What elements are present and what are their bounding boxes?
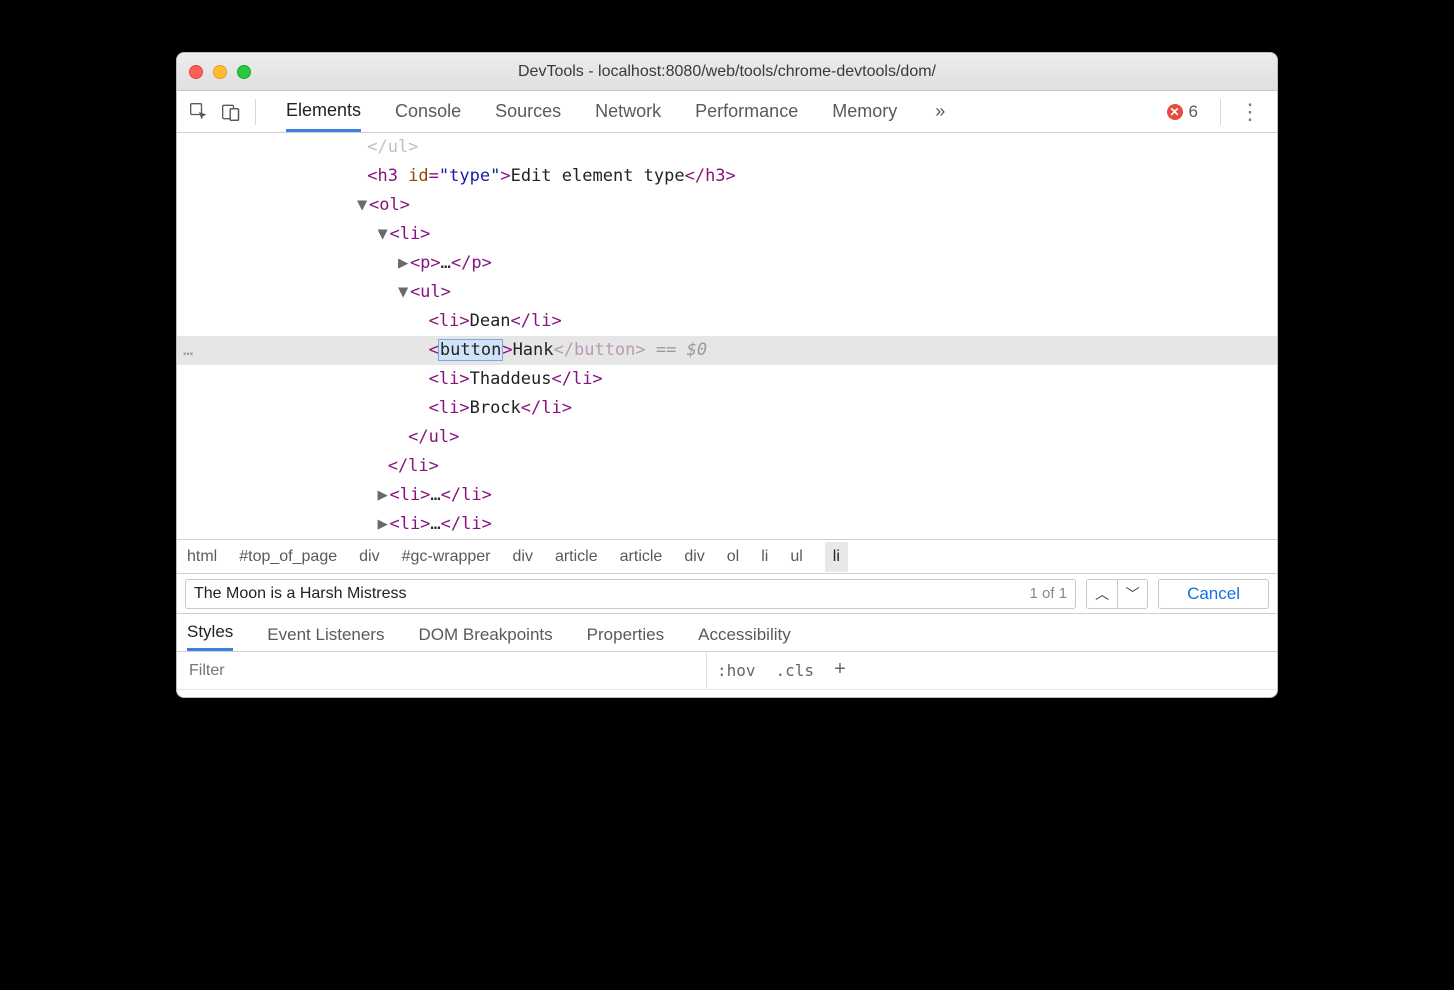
tabs-overflow-button[interactable]: » <box>931 101 949 122</box>
styles-toolbar: :hov .cls + <box>177 651 1277 689</box>
breadcrumb-item[interactable]: div <box>513 548 533 566</box>
breadcrumb-bar: html #top_of_page div #gc-wrapper div ar… <box>177 539 1277 573</box>
search-cancel-button[interactable]: Cancel <box>1158 579 1269 609</box>
error-icon: ✕ <box>1167 104 1183 120</box>
subtab-dom-breakpoints[interactable]: DOM Breakpoints <box>418 625 552 651</box>
tab-sources[interactable]: Sources <box>495 91 561 132</box>
main-menu-button[interactable]: ⋮ <box>1233 99 1267 125</box>
styles-content-area <box>177 689 1277 697</box>
dom-node[interactable]: </li> <box>177 452 1277 481</box>
search-input[interactable] <box>186 585 1030 603</box>
toggle-cls-button[interactable]: .cls <box>766 661 825 680</box>
toggle-hov-button[interactable]: :hov <box>707 661 766 680</box>
breadcrumb-item[interactable]: html <box>187 548 217 566</box>
device-toolbar-icon[interactable] <box>219 100 243 124</box>
dom-tree[interactable]: </ul> <h3 id="type">Edit element type</h… <box>177 133 1277 539</box>
dom-node-selected[interactable]: … <button>Hank</button> == $0 <box>177 336 1277 365</box>
window-traffic-lights <box>189 65 251 79</box>
window-minimize-button[interactable] <box>213 65 227 79</box>
subtab-event-listeners[interactable]: Event Listeners <box>267 625 384 651</box>
subtab-properties[interactable]: Properties <box>587 625 664 651</box>
tab-console[interactable]: Console <box>395 91 461 132</box>
dom-node[interactable]: ▼<li> <box>177 220 1277 249</box>
breadcrumb-item[interactable]: article <box>620 548 663 566</box>
window-title: DevTools - localhost:8080/web/tools/chro… <box>177 63 1277 81</box>
inspect-element-icon[interactable] <box>187 100 211 124</box>
devtools-window: DevTools - localhost:8080/web/tools/chro… <box>176 52 1278 698</box>
search-nav: ︿ ﹀ <box>1086 579 1148 609</box>
styles-filter <box>177 652 707 689</box>
tab-memory[interactable]: Memory <box>832 91 897 132</box>
panel-tabs: Elements Console Sources Network Perform… <box>286 91 1157 132</box>
breadcrumb-item[interactable]: article <box>555 548 598 566</box>
tab-performance[interactable]: Performance <box>695 91 798 132</box>
dom-node[interactable]: <h3 id="type">Edit element type</h3> <box>177 162 1277 191</box>
tab-elements[interactable]: Elements <box>286 91 361 132</box>
dom-node[interactable]: ▼<ul> <box>177 278 1277 307</box>
styles-filter-input[interactable] <box>187 661 696 681</box>
dom-node[interactable]: <li>Dean</li> <box>177 307 1277 336</box>
window-close-button[interactable] <box>189 65 203 79</box>
breadcrumb-item[interactable]: div <box>359 548 379 566</box>
search-match-count: 1 of 1 <box>1030 585 1076 602</box>
dom-node[interactable]: ▶<p>…</p> <box>177 249 1277 278</box>
dom-node[interactable]: <li>Thaddeus</li> <box>177 365 1277 394</box>
main-toolbar: Elements Console Sources Network Perform… <box>177 91 1277 133</box>
search-prev-button[interactable]: ︿ <box>1087 580 1117 608</box>
dom-node[interactable]: ▶<li>…</li> <box>177 510 1277 539</box>
error-badge[interactable]: ✕ 6 <box>1167 102 1198 122</box>
new-style-rule-button[interactable]: + <box>824 658 856 681</box>
breadcrumb-item[interactable]: ol <box>727 548 739 566</box>
breadcrumb-item[interactable]: div <box>684 548 704 566</box>
styles-pane-tabs: Styles Event Listeners DOM Breakpoints P… <box>177 613 1277 651</box>
toolbar-separator <box>255 99 256 125</box>
dom-node[interactable]: ▼<ol> <box>177 191 1277 220</box>
breadcrumb-item-selected[interactable]: li <box>825 542 848 572</box>
toolbar-separator <box>1220 99 1221 125</box>
dom-node[interactable]: </ul> <box>177 423 1277 452</box>
dom-node[interactable]: </ul> <box>177 133 1277 162</box>
window-titlebar: DevTools - localhost:8080/web/tools/chro… <box>177 53 1277 91</box>
breadcrumb-item[interactable]: li <box>761 548 768 566</box>
breadcrumb-item[interactable]: #top_of_page <box>239 548 337 566</box>
window-zoom-button[interactable] <box>237 65 251 79</box>
breadcrumb-item[interactable]: ul <box>790 548 802 566</box>
search-bar: 1 of 1 ︿ ﹀ Cancel <box>177 573 1277 613</box>
dom-node[interactable]: ▶<li>…</li> <box>177 481 1277 510</box>
error-count: 6 <box>1189 102 1198 122</box>
subtab-styles[interactable]: Styles <box>187 622 233 651</box>
search-next-button[interactable]: ﹀ <box>1117 580 1147 608</box>
tab-network[interactable]: Network <box>595 91 661 132</box>
breadcrumb-item[interactable]: #gc-wrapper <box>402 548 491 566</box>
tag-name-edit-input[interactable]: button <box>439 340 502 360</box>
subtab-accessibility[interactable]: Accessibility <box>698 625 791 651</box>
search-box: 1 of 1 <box>185 579 1076 609</box>
dom-node[interactable]: <li>Brock</li> <box>177 394 1277 423</box>
